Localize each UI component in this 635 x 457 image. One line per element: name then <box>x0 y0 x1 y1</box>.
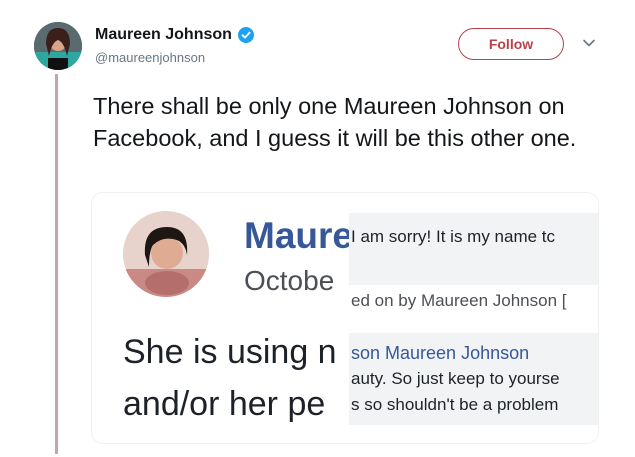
verified-badge-icon <box>237 27 254 43</box>
tweet-text: There shall be only one Maureen Johnson … <box>93 93 577 151</box>
follow-button[interactable]: Follow <box>458 28 564 60</box>
facebook-post-text-line: She is using n <box>123 333 337 371</box>
tweet-media-image[interactable]: Maure Octobe She is using n and/or her p… <box>91 192 599 444</box>
media-left-panel: Maure Octobe She is using n and/or her p… <box>92 193 349 443</box>
thread-line <box>55 74 58 454</box>
author-avatar[interactable] <box>34 22 82 70</box>
comment-text: s so shouldn't be a problem <box>351 395 559 414</box>
comment-text: auty. So just keep to yourse <box>351 369 560 388</box>
comment-bubble <box>349 213 598 285</box>
facebook-post-date: Octobe <box>244 265 335 296</box>
author-name-row: Maureen Johnson <box>95 26 254 44</box>
comment-author-name: son Maureen Johnson <box>351 343 530 363</box>
facebook-author-name: Maure <box>244 215 349 256</box>
author-display-name[interactable]: Maureen Johnson <box>95 26 232 44</box>
comment-meta-text: ed on by Maureen Johnson [ <box>351 291 567 310</box>
facebook-post-text-line: and/or her pe <box>123 385 326 423</box>
chevron-down-icon[interactable] <box>582 36 596 50</box>
author-handle[interactable]: @maureenjohnson <box>95 50 205 65</box>
comment-text: I am sorry! It is my name tc <box>351 227 556 246</box>
media-right-panel: I am sorry! It is my name tc ed on by Ma… <box>349 193 598 443</box>
